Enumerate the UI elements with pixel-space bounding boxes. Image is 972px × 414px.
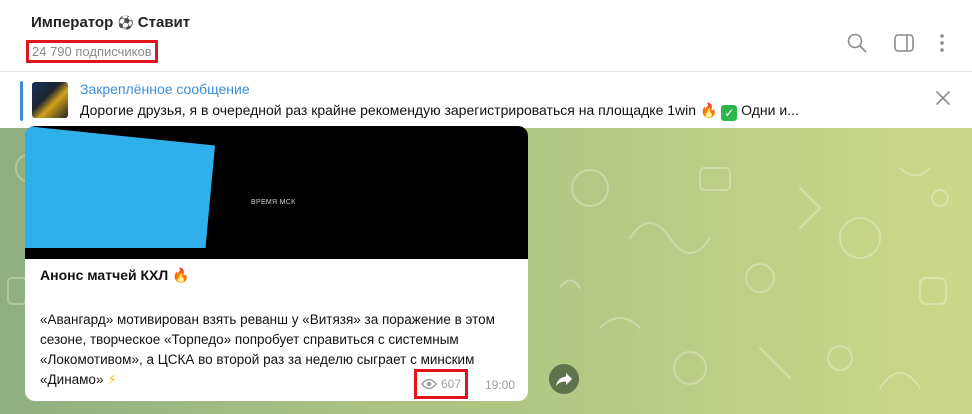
view-count-value: 607	[441, 377, 462, 391]
channel-title-text: Император	[31, 14, 114, 31]
lightning-emoji: ⚡	[107, 372, 117, 387]
message-title: Анонс матчей КХЛ 🔥	[40, 267, 190, 284]
message-bubble[interactable]: ВРЕМЯ МСК Анонс матчей КХЛ 🔥 «Авангард» …	[25, 126, 528, 401]
channel-title[interactable]: Император ⚽ Ставит	[31, 14, 190, 31]
pinned-text: Дорогие друзья, я в очередной раз крайне…	[80, 102, 910, 121]
forward-icon[interactable]	[549, 364, 579, 394]
media-caption: ВРЕМЯ МСК	[251, 199, 296, 206]
pinned-text-tail: Одни и...	[741, 102, 799, 118]
message-time: 19:00	[485, 378, 516, 392]
pinned-accent-bar	[20, 81, 23, 121]
check-emoji: ✓	[721, 105, 738, 121]
sidebar-toggle-icon[interactable]	[893, 32, 915, 54]
message-title-text: Анонс матчей КХЛ	[40, 267, 169, 283]
eye-icon	[421, 378, 437, 390]
media-blue-panel	[25, 126, 215, 248]
search-icon[interactable]	[846, 32, 868, 54]
fire-emoji: 🔥	[699, 102, 718, 118]
message-media[interactable]: ВРЕМЯ МСК	[25, 126, 528, 259]
view-count: 607	[413, 369, 469, 399]
subscriber-count: 24 790 подписчиков	[26, 40, 158, 63]
chat-header: Император ⚽ Ставит 24 790 подписчиков	[0, 0, 972, 66]
fire-emoji: 🔥	[172, 267, 190, 283]
more-vertical-icon[interactable]	[931, 32, 953, 54]
pinned-text-main: Дорогие друзья, я в очередной раз крайне…	[80, 102, 697, 118]
close-icon[interactable]	[933, 88, 953, 108]
pinned-message-bar[interactable]: Закреплённое сообщение Дорогие друзья, я…	[0, 71, 972, 129]
soccer-ball-emoji: ⚽	[117, 15, 134, 30]
pinned-title: Закреплённое сообщение	[80, 81, 250, 97]
pinned-thumbnail	[32, 82, 68, 118]
channel-title-suffix: Ставит	[137, 14, 191, 31]
